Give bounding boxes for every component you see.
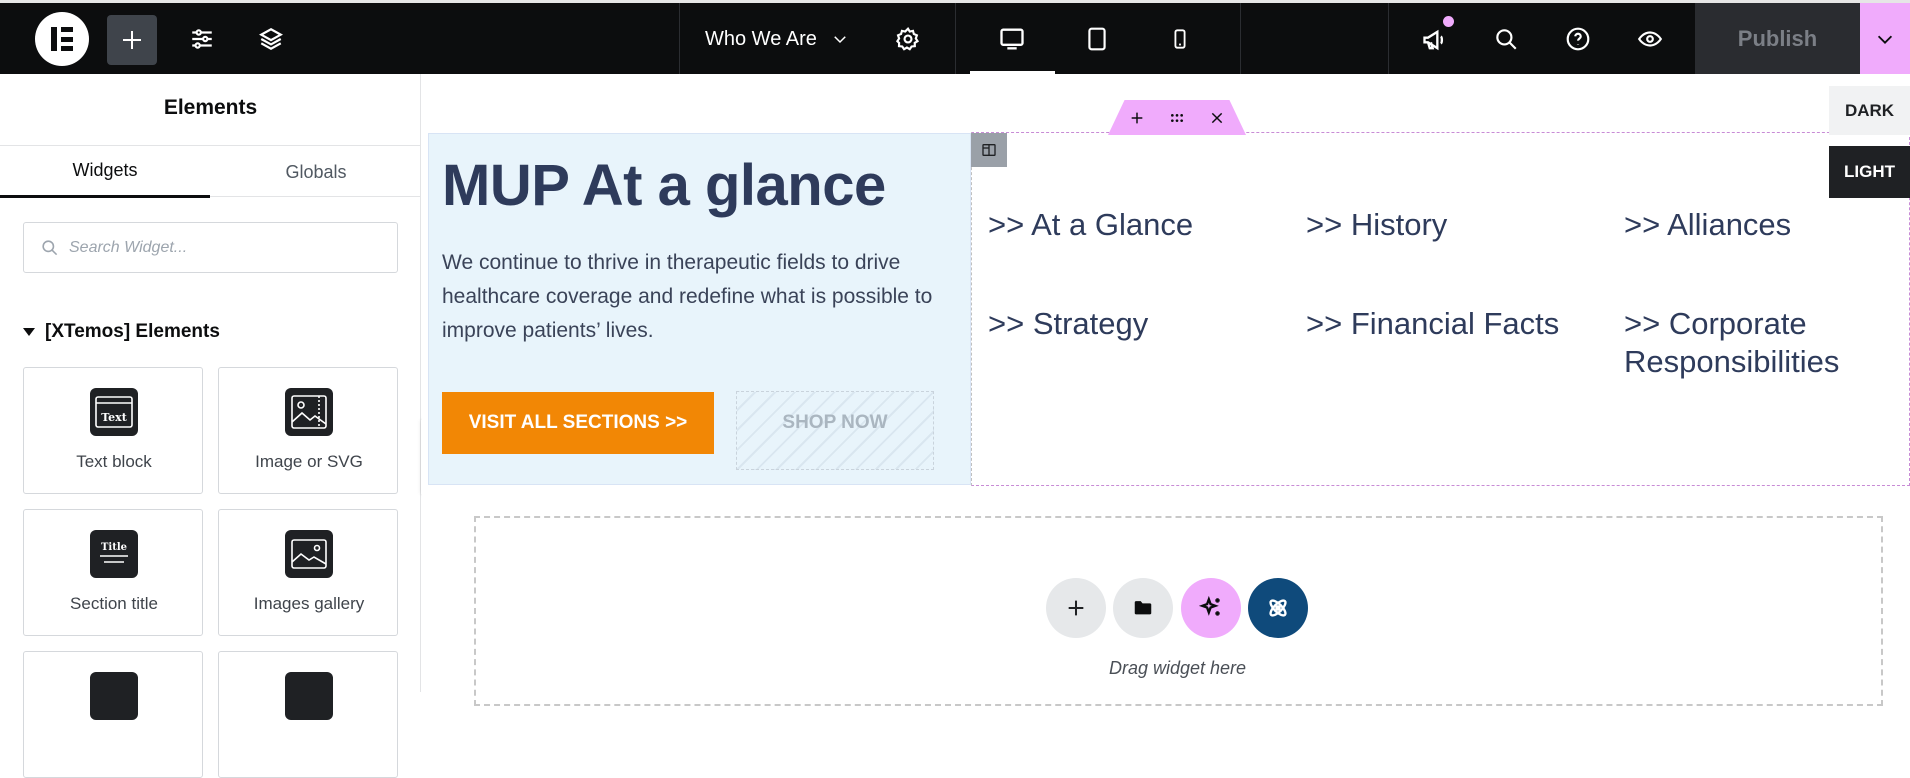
plus-icon [1068,600,1084,616]
link-at-a-glance[interactable]: >> At a Glance [988,206,1193,244]
gallery-icon [285,530,333,578]
caret-down-icon [23,328,35,336]
plus-icon [123,31,141,49]
category-label: [XTemos] Elements [45,321,220,342]
widget-icon [285,672,333,720]
add-template-button[interactable] [1113,578,1173,638]
columns-icon [982,144,996,156]
eye-icon [1637,31,1663,47]
publish-button[interactable]: Publish [1695,3,1860,74]
dropzone-hint: Drag widget here [1108,658,1247,678]
widget-text-block[interactable]: Text Text block [23,367,203,494]
site-settings-button[interactable] [187,24,217,54]
search-icon [1496,29,1517,50]
chevron-down-icon [1877,35,1893,44]
dark-mode-button[interactable]: DARK [1829,86,1910,135]
link-history[interactable]: >> History [1306,206,1447,244]
tablet-icon [1088,27,1106,51]
mobile-icon [1174,29,1186,49]
widget-label: Image or SVG [255,452,363,471]
shop-now-button[interactable]: SHOP NOW [736,391,934,470]
search-input[interactable] [69,238,369,257]
notifications-button[interactable] [1419,24,1451,56]
widget-label: Text block [76,452,152,471]
visit-all-sections-button[interactable]: VISIT ALL SECTIONS >> [442,392,714,454]
elementor-logo-icon[interactable] [35,12,89,66]
svg-text:Text: Text [101,411,127,424]
close-icon[interactable] [1209,110,1225,126]
svg-text:Title: Title [101,542,127,553]
light-mode-button[interactable]: LIGHT [1829,146,1910,198]
add-element-button[interactable] [107,15,157,65]
page-name: Who We Are [705,27,817,50]
page-selector[interactable]: Who We Are [705,17,849,61]
mobile-view-button[interactable] [1163,22,1197,56]
layers-icon [259,28,283,50]
publish-options-button[interactable] [1860,3,1910,74]
widget-image-or-svg[interactable]: Image or SVG [218,367,398,494]
tab-widgets[interactable]: Widgets [0,146,210,198]
link-corporate-responsibilities[interactable]: >> Corporate Responsibilities [1624,305,1894,381]
help-icon [1566,27,1590,51]
hero-title: MUP At a glance [442,153,886,218]
gear-icon [896,26,920,51]
desktop-icon [1000,28,1024,50]
page-settings-button[interactable] [893,24,923,54]
widget-section-title[interactable]: Title Section title [23,509,203,636]
image-icon [285,388,333,436]
widget-icon [90,672,138,720]
widget-search[interactable] [23,222,398,273]
panel-tabs: Widgets Globals [0,145,421,198]
elements-panel: Elements Widgets Globals [XTemos] Elemen… [0,74,421,778]
column-edit-handle[interactable] [971,133,1007,167]
widget-label: Section title [70,594,158,613]
link-strategy[interactable]: >> Strategy [988,305,1148,343]
chevron-down-icon [834,36,846,44]
widget-card[interactable] [23,651,203,778]
link-alliances[interactable]: >> Alliances [1624,206,1791,244]
structure-button[interactable] [256,24,286,54]
hero-text: We continue to thrive in therapeutic fie… [442,251,933,342]
add-section-button[interactable] [1046,578,1106,638]
preview-button[interactable] [1634,24,1666,54]
sliders-icon [192,29,212,49]
desktop-view-button[interactable] [995,22,1029,56]
widget-label: Images gallery [253,594,365,613]
text-block-icon: Text [90,388,138,436]
finder-button[interactable] [1491,24,1521,54]
help-button[interactable] [1563,24,1593,54]
top-bar: Who We Are Publish [0,0,1910,74]
megaphone-icon [1423,29,1444,51]
search-icon [42,240,58,256]
folder-icon [1134,601,1152,615]
section-title-icon: Title [90,530,138,578]
section-handle[interactable] [1108,100,1246,135]
widget-card[interactable] [218,651,398,778]
kit-library-button[interactable] [1248,578,1308,638]
widget-images-gallery[interactable]: Images gallery [218,509,398,636]
atom-icon [1269,599,1287,617]
notification-dot [1443,16,1454,27]
link-financial-facts[interactable]: >> Financial Facts [1306,305,1559,343]
sparkles-icon [1198,595,1220,616]
tablet-view-button[interactable] [1080,22,1114,56]
category-header[interactable]: [XTemos] Elements [23,321,220,343]
plus-icon[interactable] [1129,110,1145,126]
ai-generate-button[interactable] [1181,578,1241,638]
panel-title: Elements [163,96,258,119]
drag-handle-icon[interactable] [1167,110,1187,126]
tab-globals[interactable]: Globals [211,146,421,198]
